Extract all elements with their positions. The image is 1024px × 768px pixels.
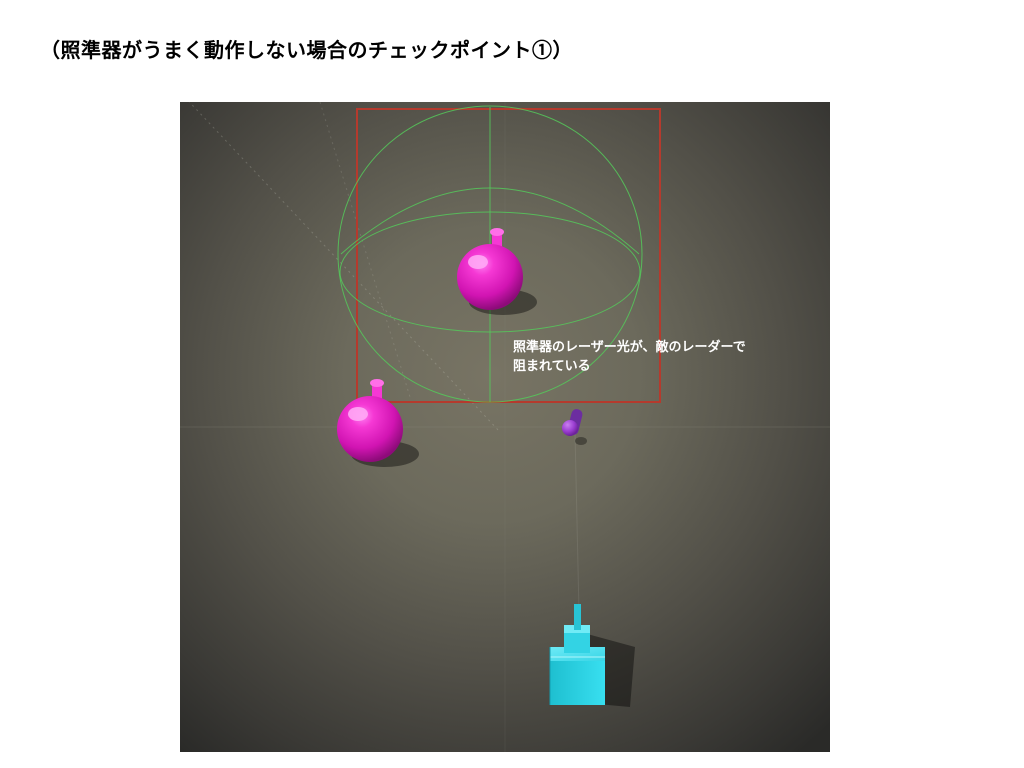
annotation-line-2: 阻まれている [513, 358, 591, 373]
page-root: （照準器がうまく動作しない場合のチェックポイント①） [0, 0, 1024, 768]
page-title: （照準器がうまく動作しない場合のチェックポイント①） [40, 34, 573, 63]
unity-scene-viewport: 照準器のレーザー光が、敵のレーダーで 阻まれている [180, 102, 830, 752]
annotation-line-1: 照準器のレーザー光が、敵のレーダーで [513, 339, 746, 354]
